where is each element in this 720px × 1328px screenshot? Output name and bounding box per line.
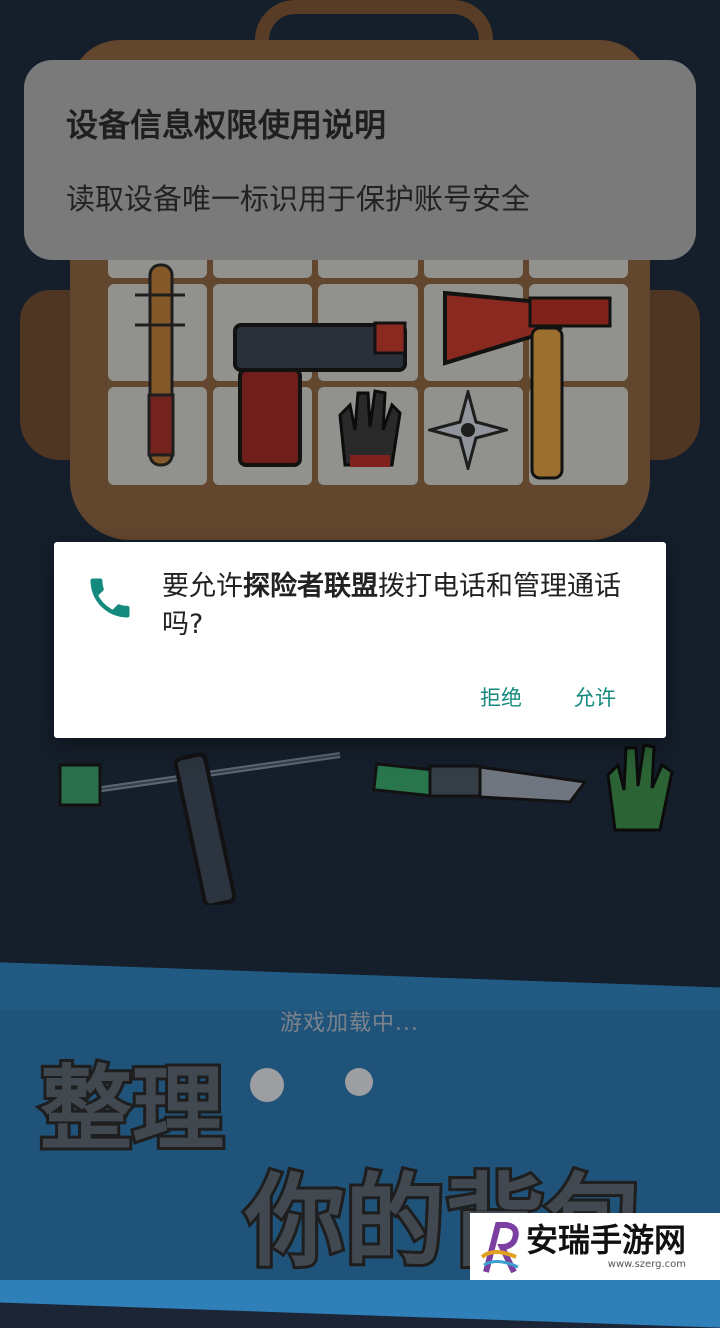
loading-dot	[345, 1068, 373, 1096]
crossbow-icon	[58, 752, 341, 905]
headline-line-1: 整理	[37, 1053, 227, 1166]
permission-message-prefix: 要允许	[162, 571, 243, 602]
loading-dot	[250, 1068, 284, 1102]
watermark-name: 安瑞手游网	[526, 1220, 687, 1259]
app-name: 探险者联盟	[243, 571, 378, 602]
permission-message: 要允许探险者联盟拨打电话和管理通话吗?	[162, 568, 652, 644]
watermark-logo-icon	[480, 1221, 519, 1273]
permission-explanation-card: 设备信息权限使用说明 读取设备唯一标识用于保护账号安全	[24, 60, 696, 260]
watermark: 安瑞手游网 www.szerg.com	[470, 1213, 720, 1280]
allow-button[interactable]: 允许	[566, 678, 624, 716]
info-card-body: 读取设备唯一标识用于保护账号安全	[66, 182, 531, 216]
info-card-title: 设备信息权限使用说明	[66, 106, 387, 144]
knife-icon	[372, 762, 588, 804]
axe-icon	[443, 290, 612, 480]
glove-icon	[338, 389, 402, 467]
loading-text: 游戏加载中...	[280, 1011, 419, 1036]
permission-dialog: 要允许探险者联盟拨打电话和管理通话吗? 拒绝 允许	[54, 542, 666, 738]
deny-button[interactable]: 拒绝	[472, 678, 530, 716]
green-glove-icon	[606, 743, 674, 832]
phone-icon	[90, 578, 130, 618]
spiked-bat-icon	[135, 263, 185, 467]
watermark-url: www.szerg.com	[607, 1258, 687, 1270]
